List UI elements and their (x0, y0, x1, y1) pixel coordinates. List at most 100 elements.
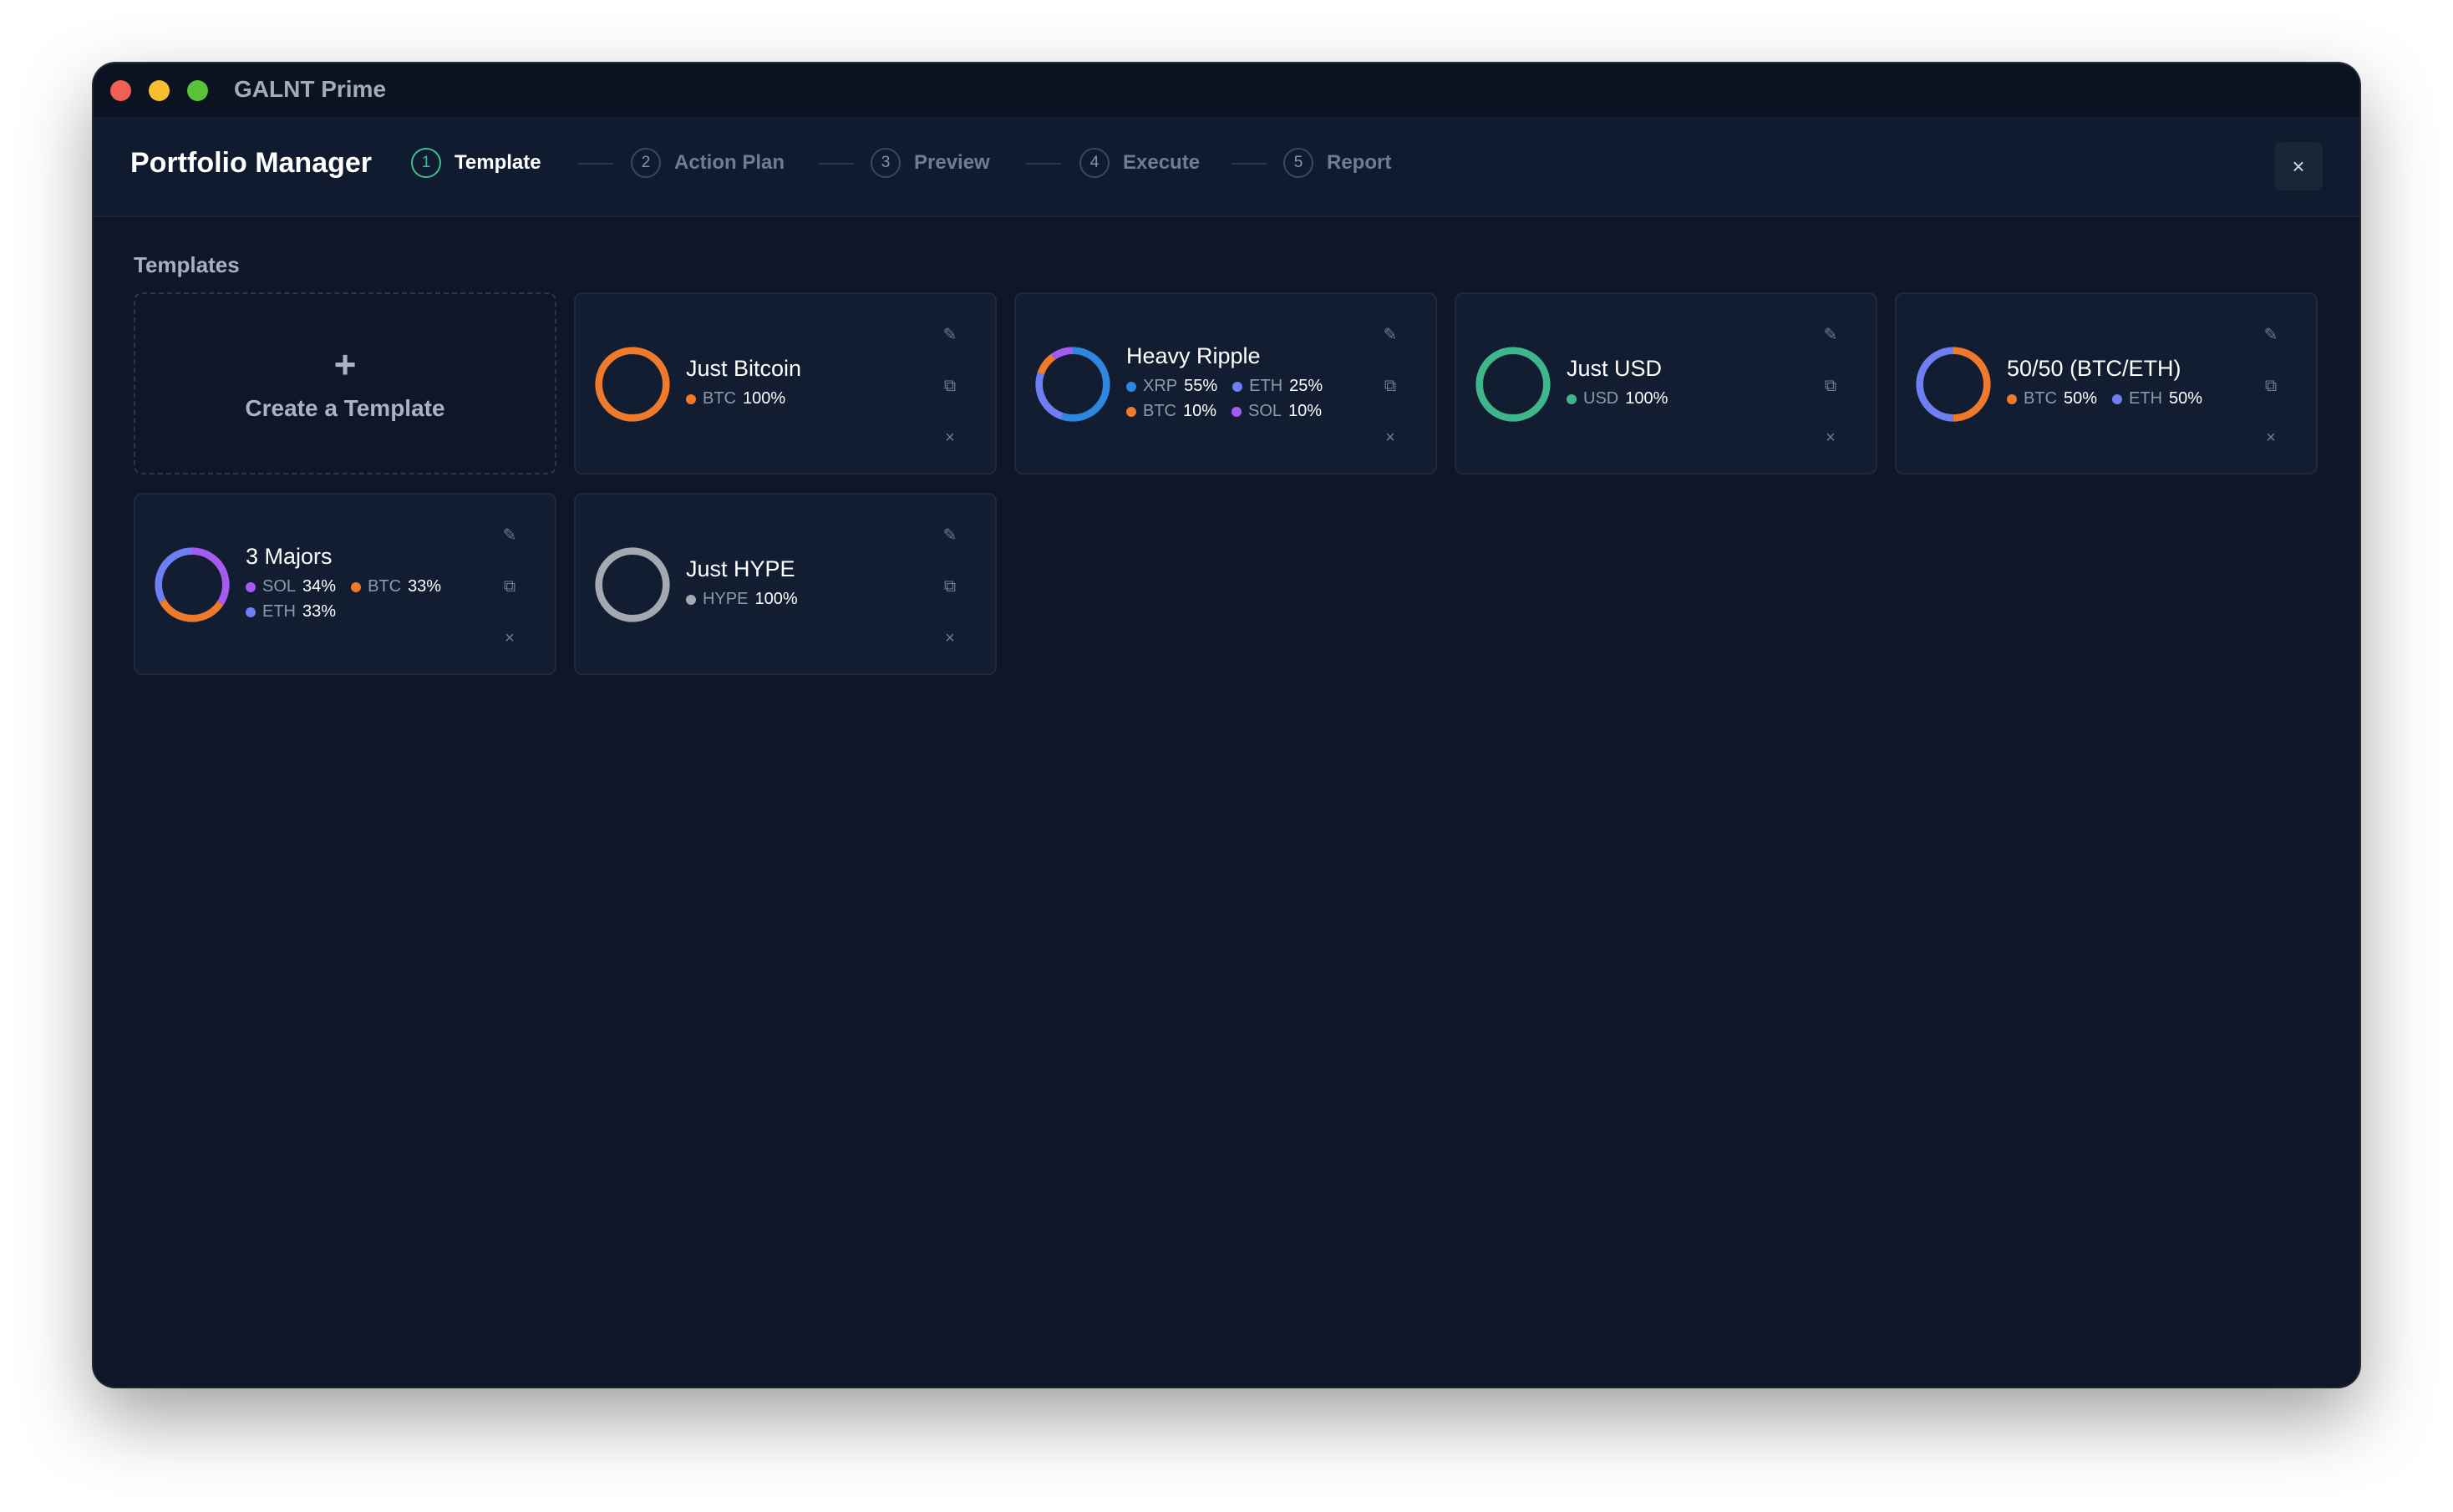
asset-percent: 100% (754, 590, 798, 608)
minimize-window-button[interactable] (149, 80, 170, 101)
edit-icon[interactable]: ✎ (938, 322, 962, 346)
step-label: Preview (914, 151, 990, 174)
template-info: Just Bitcoin BTC 100% (686, 294, 903, 473)
asset-percent: 33% (302, 602, 337, 621)
step-number: 5 (1283, 148, 1313, 178)
edit-icon[interactable]: ✎ (938, 523, 962, 546)
duplicate-icon[interactable]: ⧉ (1379, 374, 1402, 398)
template-name: Just HYPE (686, 556, 795, 581)
template-name: 50/50 (BTC/ETH) (2007, 355, 2181, 381)
page-title: Portfolio Manager (130, 147, 373, 179)
step-number: 3 (871, 148, 901, 178)
step-connector (578, 163, 613, 165)
duplicate-icon[interactable]: ⧉ (2259, 374, 2283, 398)
template-card[interactable]: Heavy Ripple XRP 55% ETH 25% BTC 10% SOL 10% ✎ ⧉ × (1014, 292, 1437, 474)
template-info: Heavy Ripple XRP 55% ETH 25% BTC 10% SOL 10% (1126, 294, 1343, 473)
asset-percent: 100% (743, 389, 786, 408)
delete-icon[interactable]: × (498, 627, 521, 650)
step-connector (1232, 163, 1267, 165)
allocation-list: BTC 100% (686, 387, 903, 412)
allocation-chip: XRP 55% (1126, 374, 1217, 399)
duplicate-icon[interactable]: ⧉ (498, 575, 521, 598)
allocation-list: BTC 50% ETH 50% (2007, 387, 2224, 412)
edit-icon[interactable]: ✎ (2259, 322, 2283, 346)
title-bar: GALNT Prime (94, 63, 2359, 117)
step-report[interactable]: 5 Report (1283, 148, 1391, 178)
allocation-chip: BTC 100% (686, 387, 785, 412)
step-number: 4 (1079, 148, 1110, 178)
app-title: GALNT Prime (234, 76, 387, 102)
wizard-header: Portfolio Manager 1 Template 2 Action Pl… (94, 117, 2359, 217)
duplicate-icon[interactable]: ⧉ (1819, 374, 1842, 398)
close-button[interactable]: × (2274, 142, 2323, 190)
step-action-plan[interactable]: 2 Action Plan (631, 148, 785, 178)
donut-segment-hype (595, 547, 670, 622)
allocation-chip: BTC 10% (1126, 399, 1216, 424)
asset-color-dot (1126, 381, 1136, 392)
section-label-templates: Templates (134, 252, 240, 277)
step-execute[interactable]: 4 Execute (1079, 148, 1200, 178)
asset-symbol: XRP (1143, 377, 1178, 395)
template-info: 3 Majors SOL 34% BTC 33% ETH 33% (246, 495, 463, 673)
close-window-button[interactable] (110, 80, 131, 101)
edit-icon[interactable]: ✎ (1379, 322, 1402, 346)
maximize-window-button[interactable] (187, 80, 208, 101)
step-number: 1 (411, 148, 441, 178)
step-label: Action Plan (674, 151, 785, 174)
delete-icon[interactable]: × (2259, 426, 2283, 449)
allocation-donut (1035, 347, 1110, 422)
allocation-chip: ETH 33% (246, 600, 336, 625)
donut-segment-btc (595, 347, 670, 422)
allocation-donut (595, 547, 670, 622)
edit-icon[interactable]: ✎ (498, 523, 521, 546)
allocation-chip: BTC 33% (351, 575, 441, 600)
asset-color-dot (1232, 381, 1243, 392)
asset-percent: 33% (408, 577, 442, 596)
duplicate-icon[interactable]: ⧉ (938, 374, 962, 398)
step-number: 2 (631, 148, 661, 178)
allocation-list: HYPE 100% (686, 587, 903, 612)
allocation-list: SOL 34% BTC 33% ETH 33% (246, 575, 463, 625)
asset-symbol: USD (1583, 389, 1619, 408)
asset-symbol: BTC (368, 577, 402, 596)
allocation-chip: ETH 25% (1232, 374, 1323, 399)
allocation-chip: BTC 50% (2007, 387, 2097, 412)
allocation-chip: ETH 50% (2112, 387, 2202, 412)
asset-symbol: ETH (1249, 377, 1283, 395)
delete-icon[interactable]: × (938, 627, 962, 650)
allocation-chip: SOL 10% (1232, 399, 1322, 424)
allocation-donut (155, 547, 230, 622)
duplicate-icon[interactable]: ⧉ (938, 575, 962, 598)
allocation-chip: USD 100% (1567, 387, 1668, 412)
allocation-donut (595, 347, 670, 422)
delete-icon[interactable]: × (1379, 426, 1402, 449)
asset-percent: 55% (1184, 377, 1218, 395)
template-card[interactable]: Just Bitcoin BTC 100% ✎ ⧉ × (574, 292, 997, 474)
asset-symbol: SOL (262, 577, 297, 596)
step-preview[interactable]: 3 Preview (871, 148, 990, 178)
template-card[interactable]: 3 Majors SOL 34% BTC 33% ETH 33% ✎ ⧉ × (134, 493, 556, 675)
step-label: Template (455, 151, 541, 174)
plus-icon: + (333, 342, 357, 386)
template-card[interactable]: 50/50 (BTC/ETH) BTC 50% ETH 50% ✎ ⧉ × (1895, 292, 2318, 474)
template-card[interactable]: Just HYPE HYPE 100% ✎ ⧉ × (574, 493, 997, 675)
template-card[interactable]: Just USD USD 100% ✎ ⧉ × (1455, 292, 1877, 474)
step-template[interactable]: 1 Template (411, 148, 541, 178)
asset-color-dot (686, 393, 696, 404)
delete-icon[interactable]: × (938, 426, 962, 449)
template-info: 50/50 (BTC/ETH) BTC 50% ETH 50% (2007, 294, 2224, 473)
create-template-button[interactable]: + Create a Template (134, 292, 556, 474)
delete-icon[interactable]: × (1819, 426, 1842, 449)
asset-color-dot (246, 581, 256, 592)
template-info: Just HYPE HYPE 100% (686, 495, 903, 673)
asset-percent: 25% (1289, 377, 1323, 395)
step-label: Report (1327, 151, 1392, 174)
asset-color-dot (1567, 393, 1577, 404)
asset-color-dot (246, 606, 256, 617)
edit-icon[interactable]: ✎ (1819, 322, 1842, 346)
asset-color-dot (2112, 393, 2123, 404)
allocation-donut (1916, 347, 1991, 422)
asset-percent: 10% (1288, 402, 1323, 420)
allocation-donut (1475, 347, 1551, 422)
asset-symbol: BTC (703, 389, 736, 408)
